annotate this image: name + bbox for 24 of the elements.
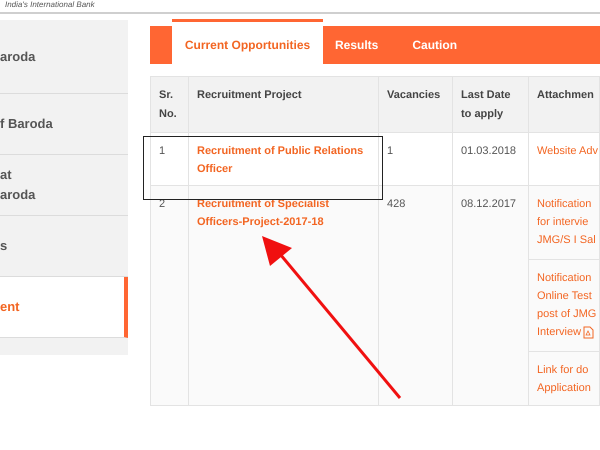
- attachment-link[interactable]: Link for do Application: [537, 361, 599, 397]
- table-cell: 08.12.2017: [461, 198, 516, 210]
- column-header: Sr. No.: [159, 88, 177, 122]
- tab[interactable]: Results: [323, 19, 390, 64]
- attachment-link[interactable]: Notification for intervie JMG/S I Sal: [537, 195, 599, 249]
- attachment-link[interactable]: Notification Online Test post of JMG Interview: [537, 269, 599, 341]
- tab[interactable]: Caution: [400, 19, 470, 64]
- table-cell: 1: [387, 145, 394, 157]
- sidebar-item[interactable]: f Baroda: [0, 94, 128, 155]
- sidebar-item[interactable]: aroda: [0, 20, 128, 94]
- column-header: Recruitment Project: [197, 88, 302, 103]
- attachment-link[interactable]: Website Adv: [537, 142, 599, 160]
- pdf-icon: [583, 326, 594, 338]
- table-cell: 428: [387, 198, 406, 210]
- project-link[interactable]: Recruitment of Public Relations Officer: [197, 142, 364, 178]
- column-header: Attachmen: [537, 88, 594, 103]
- column-header: Last Date to apply: [461, 88, 511, 122]
- column-header: Vacancies: [387, 88, 440, 103]
- bank-tagline: India's International Bank: [5, 0, 96, 10]
- sidebar-item[interactable]: ent: [0, 277, 128, 338]
- row-number: 1: [159, 145, 166, 157]
- tab[interactable]: Current Opportunities: [172, 19, 323, 64]
- sidebar-item[interactable]: at aroda: [0, 155, 128, 216]
- table-cell: 01.03.2018: [461, 145, 516, 157]
